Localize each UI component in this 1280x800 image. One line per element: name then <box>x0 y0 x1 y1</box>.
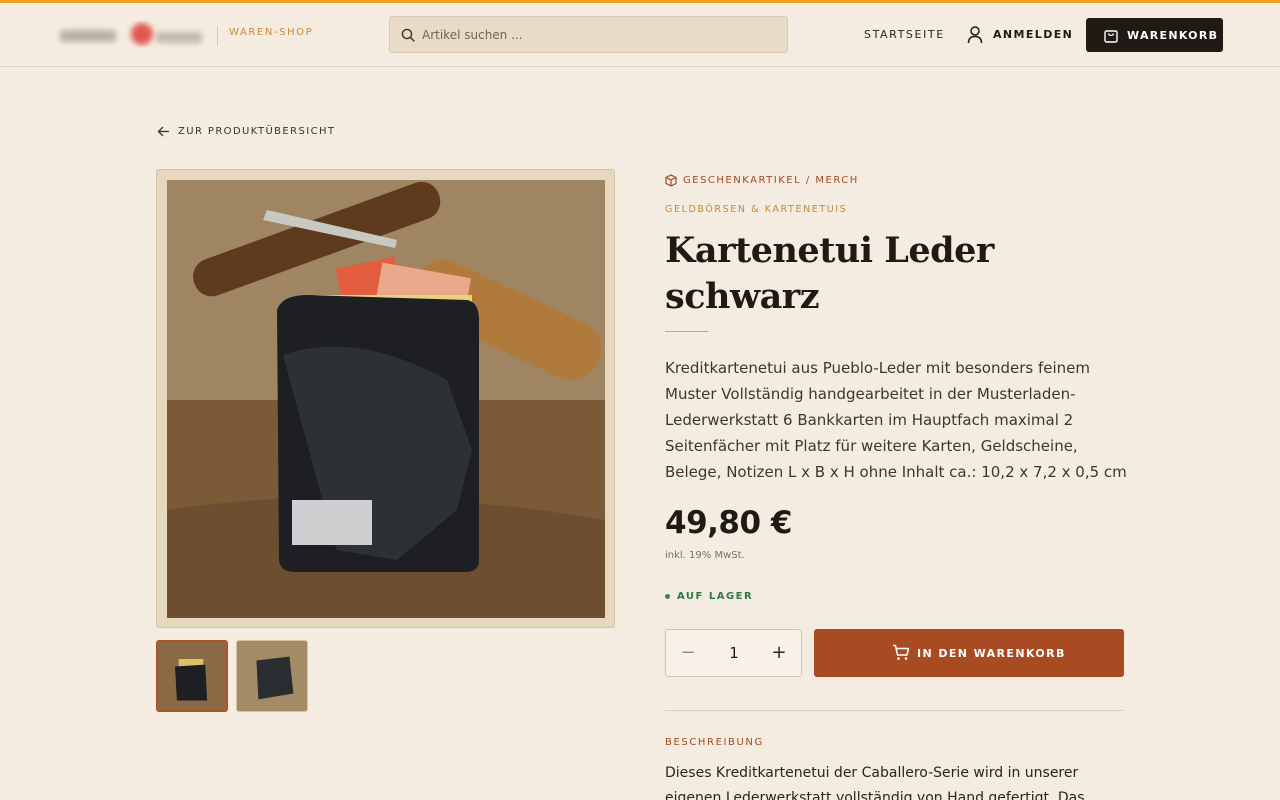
logo-divider <box>217 26 218 46</box>
thumbnail-2-image <box>237 641 307 711</box>
site-header: WAREN-SHOP STARTSEITE ANMELDEN WARENKORB <box>0 3 1280 67</box>
login-label: ANMELDEN <box>993 28 1074 41</box>
cart-icon <box>893 644 910 660</box>
description-heading: BESCHREIBUNG <box>665 737 764 748</box>
add-to-cart-button[interactable]: IN DEN WARENKORB <box>814 629 1124 677</box>
back-label: ZUR PRODUKTÜBERSICHT <box>178 126 336 137</box>
box-icon <box>665 174 677 187</box>
product-title: Kartenetui Leder schwarz <box>665 230 994 317</box>
thumbnail-1-image <box>158 642 226 710</box>
quantity-value[interactable]: 1 <box>710 644 758 662</box>
quantity-stepper: − 1 + <box>665 629 802 677</box>
user-icon <box>967 26 983 44</box>
search-box[interactable] <box>389 16 788 53</box>
stock-label: AUF LAGER <box>677 591 754 602</box>
thumbnail-1[interactable] <box>156 640 228 712</box>
quantity-increase-button[interactable]: + <box>767 642 791 666</box>
section-divider <box>665 710 1124 711</box>
product-image-frame <box>156 169 615 628</box>
quantity-decrease-button[interactable]: − <box>676 642 700 666</box>
product-photo[interactable] <box>167 180 605 618</box>
category-label: GESCHENKARTIKEL / MERCH <box>683 175 859 186</box>
stock-dot-icon <box>665 594 670 599</box>
product-description: Dieses Kreditkartenetui der Caballero-Se… <box>665 765 1085 800</box>
search-icon <box>401 28 415 42</box>
shopping-bag-icon <box>1104 30 1118 43</box>
title-divider <box>665 331 708 332</box>
cart-button[interactable]: WARENKORB <box>1086 18 1223 52</box>
thumbnail-2[interactable] <box>236 640 308 712</box>
shop-logo[interactable] <box>56 20 208 52</box>
vat-note: inkl. 19% MwSt. <box>665 550 745 561</box>
product-short-description: Kreditkartenetui aus Pueblo-Leder mit be… <box>665 359 1127 481</box>
shop-label: WAREN-SHOP <box>229 27 314 38</box>
nav-home-link[interactable]: STARTSEITE <box>864 28 945 41</box>
arrow-left-icon <box>157 126 169 137</box>
subcategory-label[interactable]: GELDBÖRSEN & KARTENETUIS <box>665 204 847 215</box>
add-to-cart-label: IN DEN WARENKORB <box>917 647 1066 660</box>
product-price: 49,80 € <box>665 505 792 541</box>
search-input[interactable] <box>422 25 772 45</box>
cart-label: WARENKORB <box>1127 29 1219 42</box>
